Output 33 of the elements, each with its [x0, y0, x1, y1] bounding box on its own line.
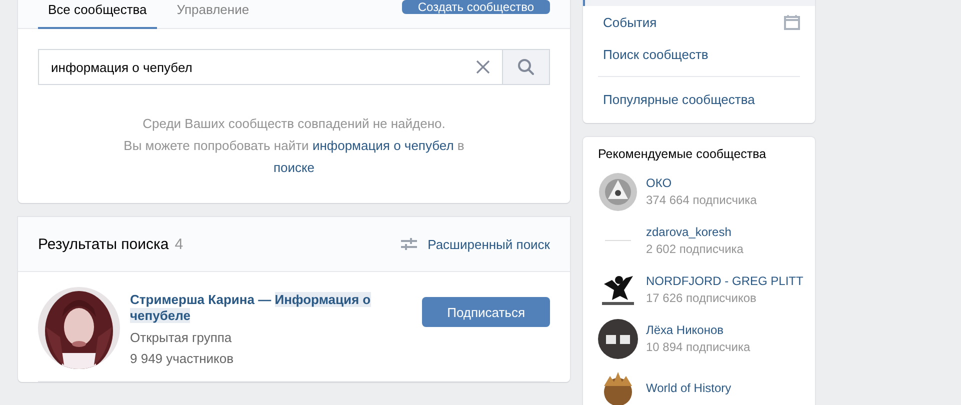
empty-message: Среди Ваших сообществ совпадений не найдено. — [142, 115, 446, 133]
empty-hint: в — [457, 138, 464, 153]
tab[interactable]: Управление — [166, 0, 260, 29]
community-name[interactable]: zdarova_koresh — [646, 225, 744, 239]
subscriber-count: 17 626 подписчиков — [646, 291, 758, 305]
create-community-button[interactable]: Создать сообщество — [402, 0, 550, 14]
menu-item[interactable]: Поиск сообществ — [583, 38, 815, 70]
close-icon[interactable] — [476, 60, 490, 74]
sliders-icon — [400, 237, 418, 251]
subscriber-count: 10 894 подписчика — [646, 340, 750, 354]
subscriber-count: 374 664 подписчика — [646, 193, 757, 207]
tab[interactable]: Все сообщества — [38, 0, 157, 29]
community-name[interactable]: NORDFJORD - GREG PLITT — [646, 274, 804, 288]
query-link[interactable]: информация о чепубел — [312, 138, 454, 153]
search-icon — [517, 58, 535, 76]
recommended-title: Рекомендуемые сообщества — [598, 147, 768, 161]
results-count: 4 — [174, 236, 184, 252]
community-type: Открытая группа — [130, 330, 233, 345]
subscriber-count: 2 602 подписчика — [646, 242, 744, 256]
community-name[interactable]: Лёха Никонов — [646, 323, 750, 337]
advanced-search-link[interactable]: Расширенный поиск — [400, 236, 550, 252]
subscribe-button[interactable]: Подписаться — [422, 297, 550, 327]
search-link[interactable]: поиске — [273, 160, 315, 175]
search-field[interactable]: информация о чепубел — [38, 49, 502, 85]
menu-item[interactable]: Популярные сообщества — [583, 83, 815, 115]
results-title: Результаты поиска — [38, 236, 169, 252]
community-name[interactable]: World of History — [646, 380, 732, 394]
empty-hint: Вы можете попробовать найти — [124, 138, 309, 153]
calendar-icon — [784, 14, 800, 30]
search-button[interactable] — [502, 49, 550, 85]
menu-item[interactable]: События — [583, 6, 815, 38]
community-name[interactable]: ОКО — [646, 176, 757, 190]
member-count: 9 949 участников — [130, 351, 235, 366]
